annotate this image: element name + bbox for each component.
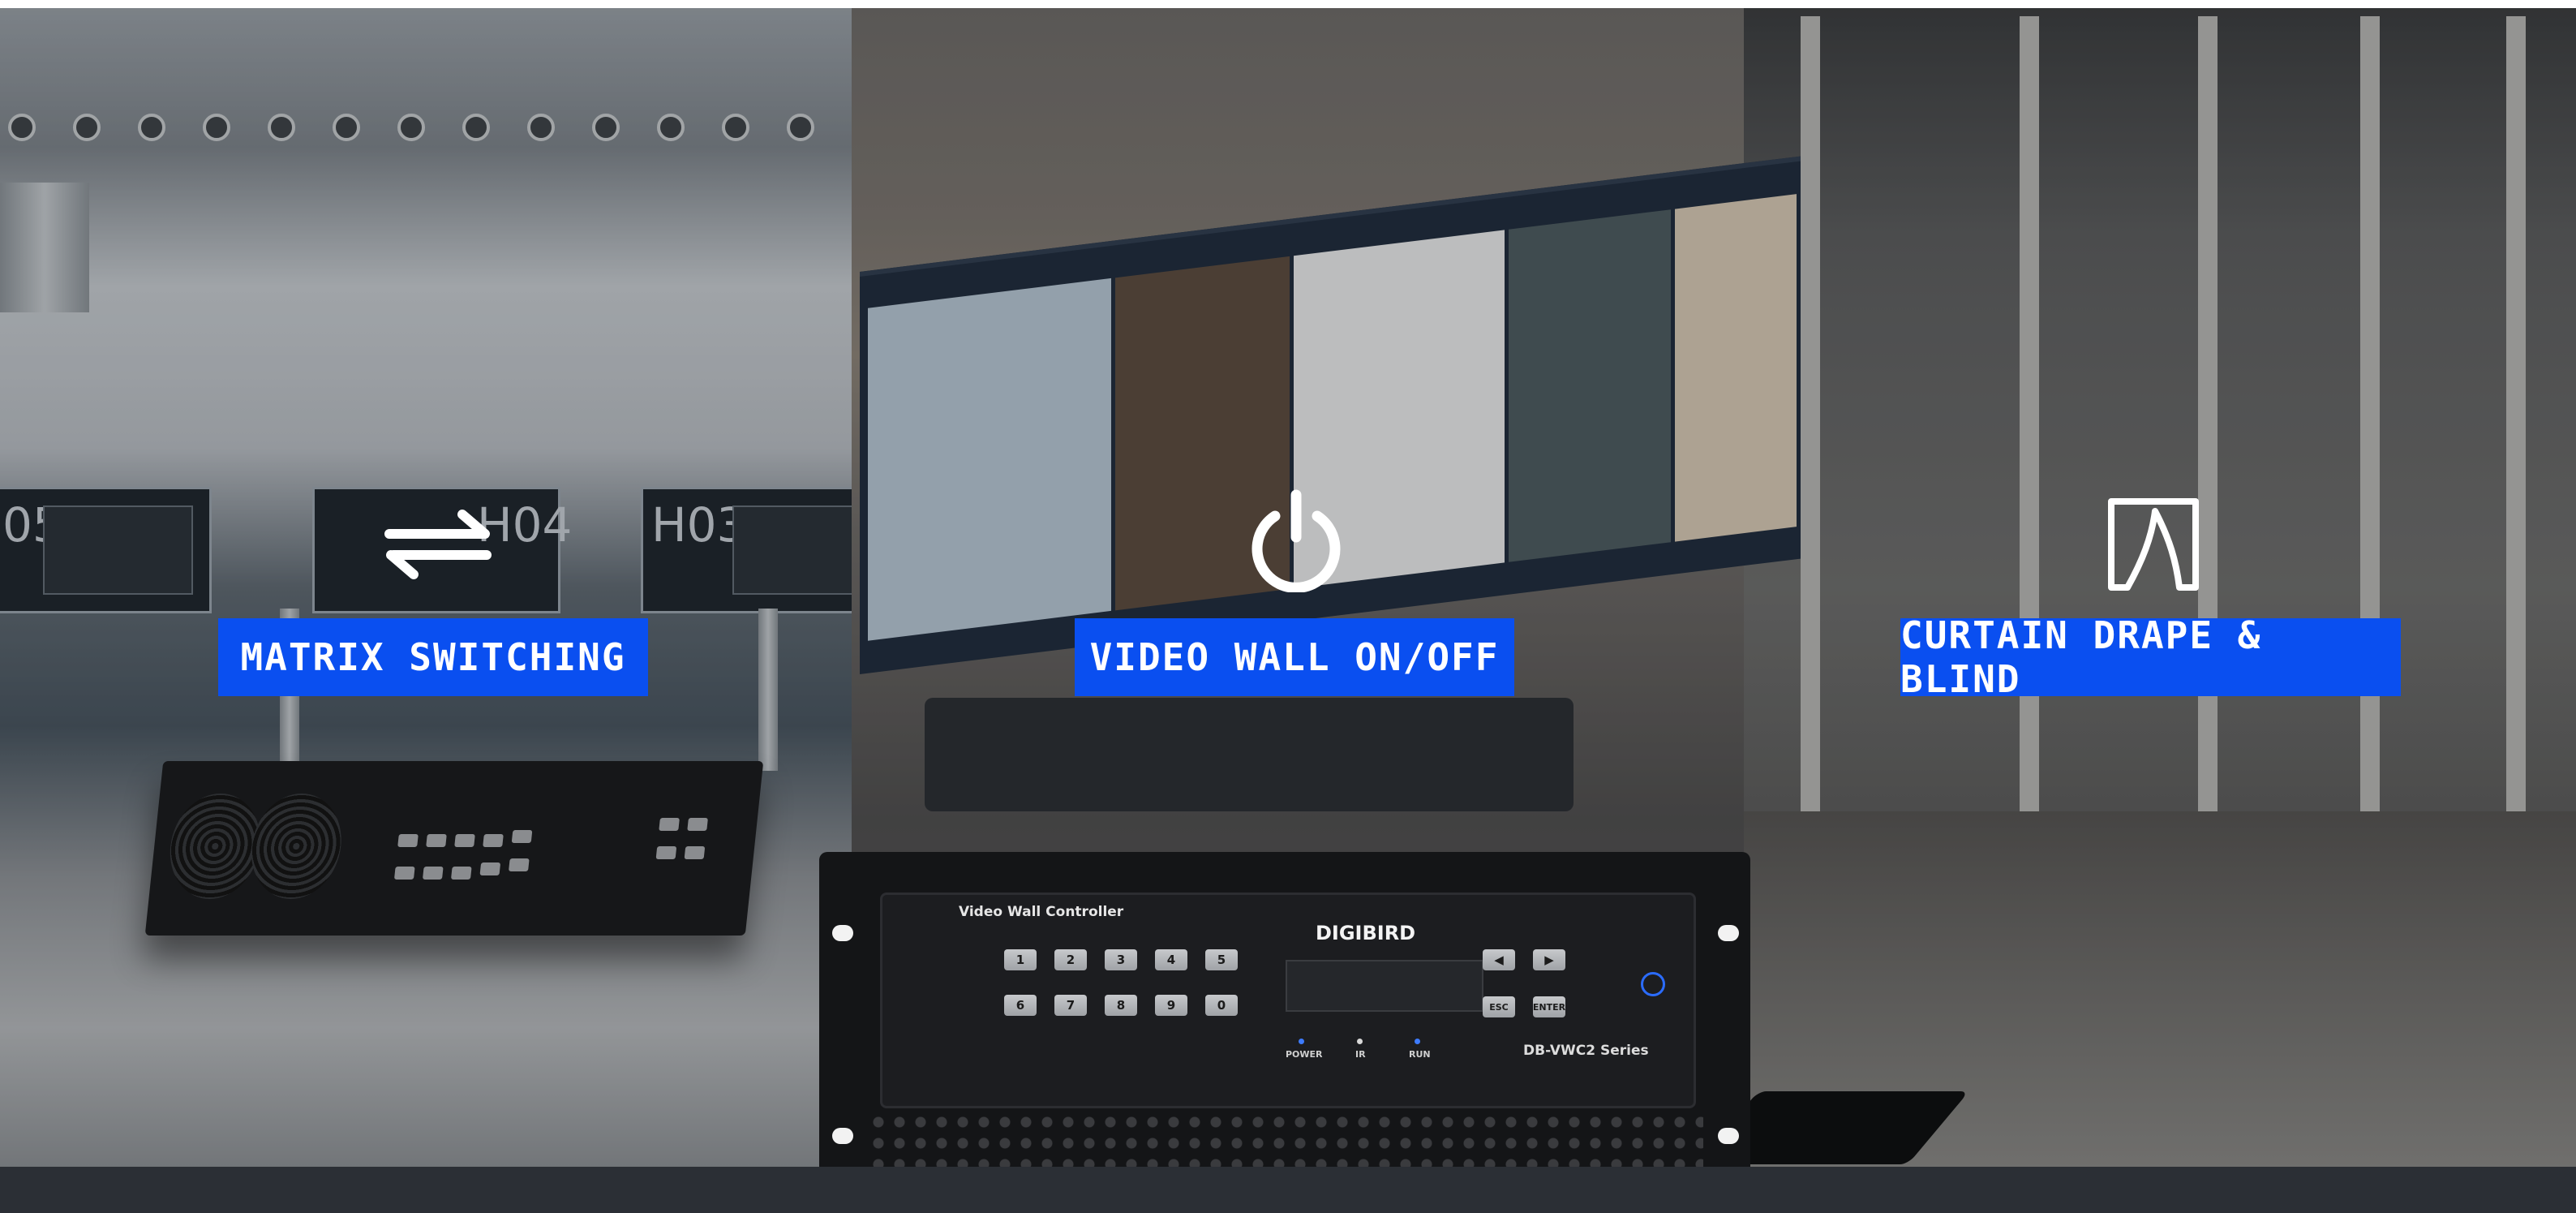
key-7: 7	[1054, 995, 1087, 1016]
key-0: 0	[1205, 995, 1238, 1016]
key-3: 3	[1105, 949, 1137, 970]
power-label: POWER	[1286, 1049, 1323, 1060]
enter-key: ENTER	[1533, 996, 1565, 1017]
device-key	[426, 834, 447, 847]
top-edge	[0, 0, 2576, 8]
series-label: DB-VWC2 Series	[1523, 1043, 1649, 1059]
brand-logo: DIGIBIRD	[1316, 922, 1416, 944]
rack-hole	[832, 1128, 853, 1144]
fan-vent	[165, 794, 266, 899]
device-key	[687, 818, 708, 831]
matrix-switcher-device	[144, 761, 764, 936]
ir-led	[1357, 1039, 1363, 1044]
lcd-screen	[1286, 960, 1483, 1012]
hero-banner: 05 H04 H03 MATRIX SWITCHING VIDEO WALL O…	[0, 0, 2576, 1213]
power-led	[1299, 1039, 1304, 1044]
key-1: 1	[1004, 949, 1037, 970]
key-2: 2	[1054, 949, 1087, 970]
key-5: 5	[1205, 949, 1238, 970]
fan-vent	[246, 794, 347, 899]
rack-hole	[832, 925, 853, 941]
device-key	[655, 846, 677, 859]
device-key	[422, 867, 444, 880]
left-arrow-key: ◀	[1483, 949, 1515, 970]
device-key	[479, 862, 501, 875]
device-key	[511, 830, 533, 843]
device-key	[393, 867, 415, 880]
run-label: RUN	[1409, 1049, 1431, 1060]
right-arrow-key: ▶	[1533, 949, 1565, 970]
ir-receiver-icon	[1641, 972, 1665, 996]
device-key	[684, 846, 706, 859]
device-key	[454, 834, 475, 847]
key-9: 9	[1155, 995, 1187, 1016]
feature-label-video-wall[interactable]: VIDEO WALL ON/OFF	[1075, 618, 1514, 696]
curtain-icon	[2108, 498, 2199, 591]
key-6: 6	[1004, 995, 1037, 1016]
power-icon	[1252, 489, 1341, 592]
video-wall-controller: Video Wall Controller DIGIBIRD DB-VWC2 S…	[819, 852, 1750, 1213]
rack-hole	[1718, 925, 1739, 941]
ir-label: IR	[1355, 1049, 1366, 1060]
controller-title: Video Wall Controller	[959, 904, 1124, 920]
run-led	[1415, 1039, 1420, 1044]
device-key	[483, 834, 504, 847]
rack-hole	[1718, 1128, 1739, 1144]
switch-arrows-icon	[384, 510, 492, 579]
device-key	[509, 858, 530, 871]
device-key	[397, 834, 419, 847]
feature-label-matrix-switching[interactable]: MATRIX SWITCHING	[218, 618, 648, 696]
key-8: 8	[1105, 995, 1137, 1016]
device-key	[659, 818, 680, 831]
esc-key: ESC	[1483, 996, 1515, 1017]
key-4: 4	[1155, 949, 1187, 970]
device-key	[450, 867, 472, 880]
bottom-bar	[0, 1167, 2576, 1213]
feature-label-curtain-blind[interactable]: CURTAIN DRAPE & BLIND	[1900, 613, 2401, 701]
